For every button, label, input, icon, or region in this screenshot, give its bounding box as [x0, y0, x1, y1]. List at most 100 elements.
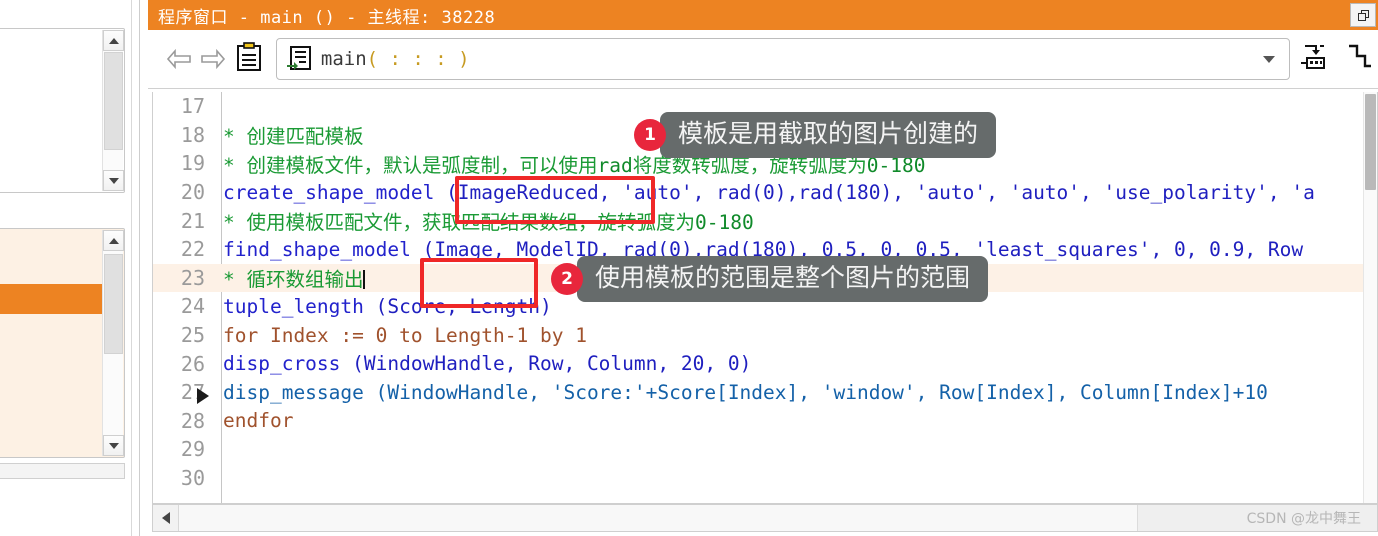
watermark-area: CSDN @龙中舞王 [1137, 505, 1377, 531]
window-controls [1350, 0, 1378, 30]
restore-icon [1357, 9, 1369, 21]
code-text: disp_message (WindowHandle, 'Score:'+Sco… [213, 381, 1268, 404]
left-panel-top-body [0, 29, 102, 192]
line-number: 25 [180, 323, 205, 348]
left-panel-bottom[interactable] [0, 228, 125, 458]
panel-divider-outer [139, 0, 140, 536]
code-text: disp_cross (WindowHandle, Row, Column, 2… [213, 352, 751, 375]
left-background-panels [0, 0, 140, 536]
code-text: create_shape_model (ImageReduced, 'auto'… [213, 181, 1315, 204]
procedure-icon [283, 44, 317, 74]
code-token: for Index := 0 to Length-1 by 1 [223, 323, 587, 347]
line-number: 28 [180, 408, 205, 433]
left-panel-bottom-scrollbar-horizontal[interactable] [0, 463, 125, 479]
line-number: 24 [180, 294, 205, 319]
step-over-button[interactable] [1340, 39, 1378, 79]
code-text: tuple_length (Score, Length) [213, 295, 552, 318]
editor-vertical-scrollbar[interactable] [1363, 92, 1377, 503]
code-token: * 创建模板文件，默认是弧度制，可以使用 [223, 153, 598, 177]
callout-1-bubble: 模板是用截取的图片创建的 [651, 112, 997, 158]
breakpoint-icon [1300, 42, 1330, 76]
left-panel-bottom-body [0, 229, 102, 457]
procedure-params: ( : : : ) [366, 48, 470, 70]
left-panel-top[interactable] [0, 28, 125, 193]
callout-2-badge: 2 [551, 262, 583, 295]
code-line[interactable]: 26 disp_cross (WindowHandle, Row, Column… [153, 349, 1377, 378]
procedure-selector[interactable]: main( : : : ) [275, 38, 1291, 80]
line-number: 29 [180, 437, 205, 462]
forward-button[interactable] [196, 42, 230, 76]
text-cursor [363, 270, 365, 290]
code-token: rad [597, 153, 633, 177]
restore-window-button[interactable] [1350, 3, 1376, 27]
arrow-left-icon [166, 49, 192, 69]
chevron-down-icon[interactable] [1263, 55, 1276, 63]
code-token: (Score, Length) [363, 294, 552, 318]
editor-scroll-thumb[interactable] [1365, 94, 1376, 190]
code-token: * 使用模板匹配文件，获取匹配结果数组，旋转弧度为 [223, 211, 695, 235]
left-panel-top-scrollbar[interactable] [102, 30, 124, 191]
panel-divider [131, 0, 132, 536]
line-number: 18 [180, 122, 205, 147]
code-token: tuple_length [223, 294, 364, 318]
insert-breakpoint-button[interactable] [1296, 39, 1334, 79]
code-token: 0-180 [694, 211, 754, 235]
scroll-track[interactable] [179, 505, 1137, 531]
callout-1: 1 模板是用截取的图片创建的 [634, 112, 997, 158]
scroll-left-button[interactable] [153, 505, 179, 531]
toolbar-divider [148, 88, 1378, 89]
window-titlebar: 程序窗口 - main () - 主线程: 38228 [148, 0, 1378, 30]
scroll-up-icon[interactable] [103, 30, 124, 51]
code-token: find_shape_model [223, 237, 411, 261]
code-token: * 创建匹配模板 [223, 125, 364, 149]
clipboard-icon [236, 42, 262, 76]
code-text: * 使用模板匹配文件，获取匹配结果数组，旋转弧度为0-180 [213, 206, 754, 235]
line-number: 30 [180, 466, 205, 491]
line-number: 23 [180, 265, 205, 290]
code-text: * 创建匹配模板 [213, 120, 363, 149]
code-token: create_shape_model [223, 180, 435, 204]
code-token: * 循环数组输出 [223, 268, 364, 292]
code-token: disp_cross [223, 352, 341, 376]
clipboard-button[interactable] [230, 39, 268, 79]
scroll-up-icon[interactable] [103, 230, 124, 251]
line-number: 22 [180, 237, 205, 262]
line-number: 21 [180, 208, 205, 233]
procedure-name: main [320, 48, 367, 70]
code-line[interactable]: 30 [153, 464, 1377, 493]
selected-row[interactable] [0, 284, 102, 314]
line-number: 26 [180, 351, 205, 376]
watermark-text: CSDN @龙中舞王 [1246, 511, 1361, 527]
scroll-down-icon[interactable] [103, 435, 124, 456]
code-line[interactable]: 29 [153, 435, 1377, 464]
back-button[interactable] [162, 42, 196, 76]
code-token: (WindowHandle, Row, Column, 20, 0) [340, 352, 752, 376]
code-line[interactable]: 28 endfor [153, 407, 1377, 436]
callout-2: 2 使用模板的范围是整个图片的范围 [551, 256, 989, 302]
screenshot-root: 程序窗口 - main () - 主线程: 38228 main(::: … [0, 0, 1378, 536]
code-token: (ImageReduced, 'auto', rad(0),rad(180), … [434, 180, 1315, 204]
left-panel-bottom-scrollbar[interactable] [102, 230, 124, 456]
step-over-icon [1345, 42, 1373, 76]
code-line[interactable]: 25 for Index := 0 to Length-1 by 1 [153, 321, 1377, 350]
editor-horizontal-scrollbar[interactable]: CSDN @龙中舞王 [152, 504, 1378, 532]
code-token: endfor [223, 409, 294, 433]
code-line[interactable]: 20 create_shape_model (ImageReduced, 'aut… [153, 178, 1377, 207]
scroll-thumb[interactable] [104, 254, 123, 354]
procedure-selector-value: main( : : : ) [321, 48, 470, 70]
code-line[interactable]: 27 disp_message (WindowHandle, 'Score:'+… [153, 378, 1377, 407]
callout-1-badge: 1 [634, 118, 666, 151]
code-text: for Index := 0 to Length-1 by 1 [213, 324, 587, 347]
scroll-down-icon[interactable] [103, 170, 124, 191]
line-number: 19 [180, 151, 205, 176]
line-number: 20 [180, 180, 205, 205]
window-title: 程序窗口 - main () - 主线程: 38228 [158, 7, 496, 28]
line-number: 17 [180, 94, 205, 119]
scroll-thumb[interactable] [104, 52, 123, 150]
arrow-right-icon [200, 49, 226, 69]
callout-2-bubble: 使用模板的范围是整个图片的范围 [568, 256, 989, 302]
code-line[interactable]: 21 * 使用模板匹配文件，获取匹配结果数组，旋转弧度为0-180 [153, 206, 1377, 235]
code-token: disp_message (WindowHandle, 'Score:'+Sco… [223, 380, 1268, 404]
window-toolbar: main( : : : ) [148, 30, 1378, 88]
code-text: endfor [213, 409, 293, 432]
